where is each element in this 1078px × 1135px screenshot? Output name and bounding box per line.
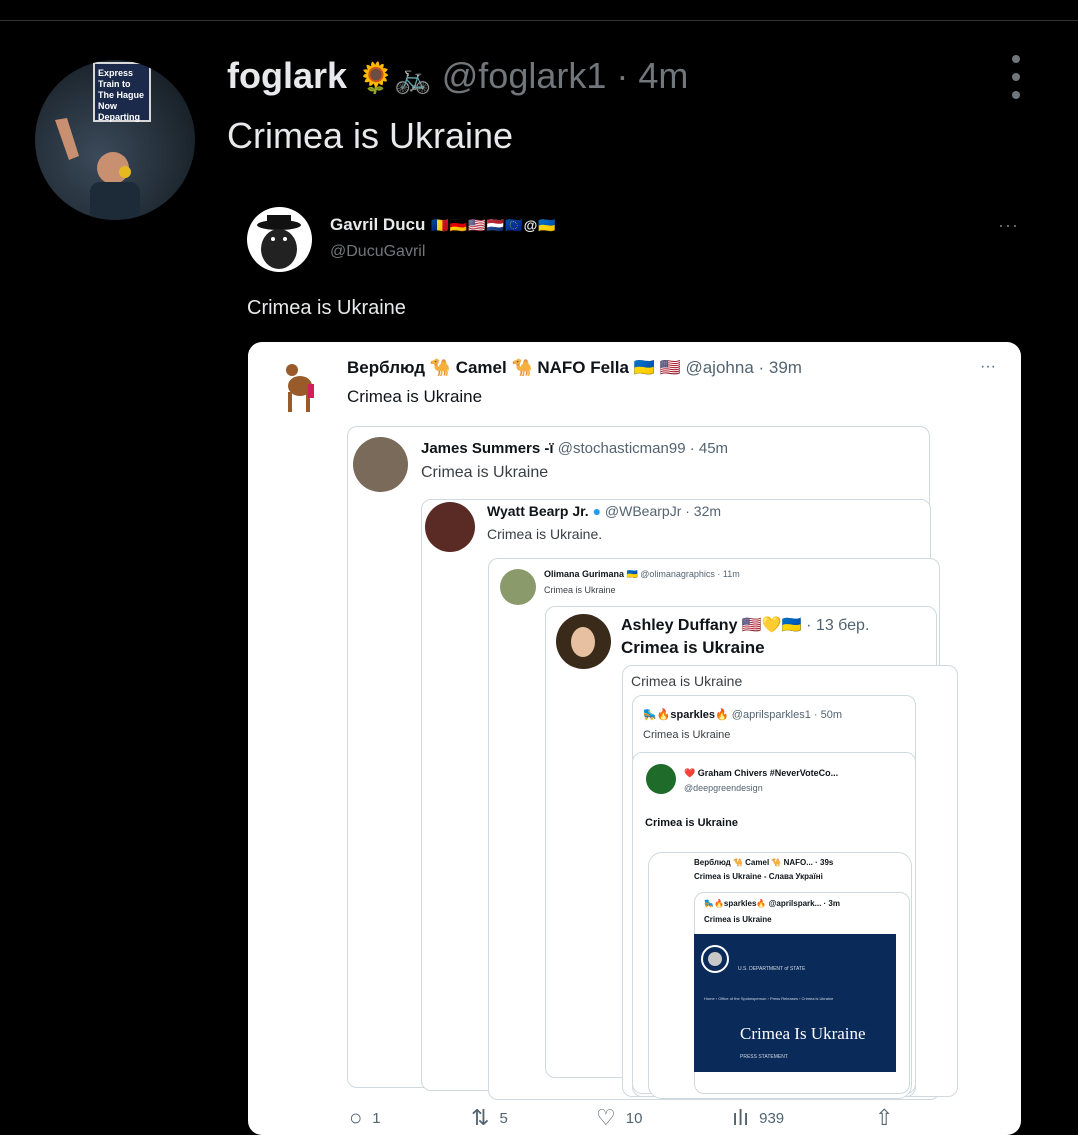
ashley-text: Crimea is Ukraine — [621, 638, 765, 657]
james-header: James Summers -ï @stochasticman99 · 45m — [421, 440, 729, 457]
ashley-header: Ashley Duffany 🇺🇸💛🇺🇦 · 13 бер. — [621, 617, 870, 634]
graham-avatar — [646, 764, 676, 794]
graham-name: ❤️ Graham Chivers #NeverVoteCo... — [684, 768, 839, 778]
olimana-header: Olimana Gurimana 🇺🇦 @olimanagraphics · 1… — [544, 569, 740, 579]
olimana-text: Crimea is Ukraine — [544, 585, 616, 595]
wyatt-header: Wyatt Bearp Jr. ● @WBearpJr · 32m — [487, 503, 722, 519]
repost-button[interactable]: ⇅ 5 — [471, 1105, 508, 1131]
views-button[interactable]: ılı 939 — [732, 1105, 784, 1131]
graham-handle: @deepgreendesign — [684, 783, 763, 793]
reply-button[interactable]: ○ 1 — [349, 1105, 381, 1131]
hat-figure-icon — [257, 215, 301, 269]
wyatt-avatar — [425, 502, 475, 552]
state-dept-image: U.S. DEPARTMENT of STATE Home › Office o… — [694, 934, 896, 1072]
top-divider — [0, 20, 1078, 21]
state-subtitle: PRESS STATEMENT — [740, 1054, 788, 1060]
share-icon: ⇧ — [875, 1105, 894, 1130]
more-options-icon[interactable] — [1004, 55, 1028, 99]
camel-text: Crimea is Ukraine — [347, 387, 483, 406]
camel2-name: Верблюд 🐪 Camel 🐪 NAFO... · 39s — [694, 858, 834, 867]
author-emojis: 🌻🚲 — [357, 62, 432, 95]
sparkles2-text: Crimea is Ukraine — [704, 915, 772, 924]
author-name[interactable]: foglark — [227, 55, 347, 97]
sparkles-text: Crimea is Ukraine — [643, 729, 731, 741]
state-breadcrumb: Home › Office of the Spokesperson › Pres… — [704, 996, 834, 1001]
reply-icon: ○ — [349, 1105, 363, 1130]
camel2-text: Crimea is Ukraine - Слава Україні — [694, 872, 823, 881]
camel-avatar — [280, 356, 320, 416]
foglark-avatar[interactable]: Express Train to The Hague Now Departing — [35, 60, 195, 220]
author-handle-time[interactable]: @foglark1 · 4m — [442, 55, 689, 97]
quoted-author-name[interactable]: Gavril Ducu 🇷🇴🇩🇪🇺🇸🇳🇱🇪🇺@🇺🇦 — [330, 215, 557, 235]
like-button[interactable]: ♡ 10 — [596, 1105, 642, 1131]
quoted-text: Crimea is Ukraine — [247, 297, 406, 319]
share-button[interactable]: ⇧ — [875, 1105, 903, 1131]
olimana-avatar — [500, 569, 536, 605]
views-icon: ılı — [732, 1105, 750, 1130]
repost-icon: ⇅ — [471, 1105, 490, 1130]
state-dept-name: U.S. DEPARTMENT of STATE — [738, 966, 806, 972]
quoted-more-icon[interactable]: ··· — [998, 215, 1019, 236]
verified-icon: ● — [592, 503, 602, 519]
sparkles-header: 🛼🔥sparkles🔥 @aprilsparkles1 · 50m — [643, 709, 843, 721]
graham-text: Crimea is Ukraine — [645, 817, 738, 829]
ashley-avatar — [556, 614, 611, 669]
avatar-figure — [55, 118, 140, 220]
screenshot-image[interactable]: Верблюд 🐪 Camel 🐪 NAFO Fella 🇺🇦 🇺🇸 @ajoh… — [248, 342, 1021, 1135]
camel-more-icon: ··· — [980, 358, 996, 375]
ashley-sub-text: Crimea is Ukraine — [631, 673, 743, 689]
heart-icon: ♡ — [596, 1105, 616, 1130]
gavril-avatar[interactable] — [247, 207, 312, 272]
sparkles2-name: 🛼🔥sparkles🔥 @aprilspark... · 3m — [704, 899, 840, 908]
wyatt-text: Crimea is Ukraine. — [487, 526, 603, 542]
quoted-author-handle[interactable]: @DucuGavril — [330, 243, 425, 261]
state-seal-icon — [701, 945, 729, 973]
tweet-header: foglark 🌻🚲 @foglark1 · 4m — [227, 55, 688, 97]
state-title: Crimea Is Ukraine — [740, 1024, 866, 1043]
tweet-text: Crimea is Ukraine — [227, 115, 514, 156]
james-avatar — [353, 437, 408, 492]
quoted-author-flags: 🇷🇴🇩🇪🇺🇸🇳🇱🇪🇺@🇺🇦 — [431, 217, 557, 233]
camel-header: Верблюд 🐪 Camel 🐪 NAFO Fella 🇺🇦 🇺🇸 @ajoh… — [347, 358, 802, 377]
james-text: Crimea is Ukraine — [421, 464, 549, 481]
